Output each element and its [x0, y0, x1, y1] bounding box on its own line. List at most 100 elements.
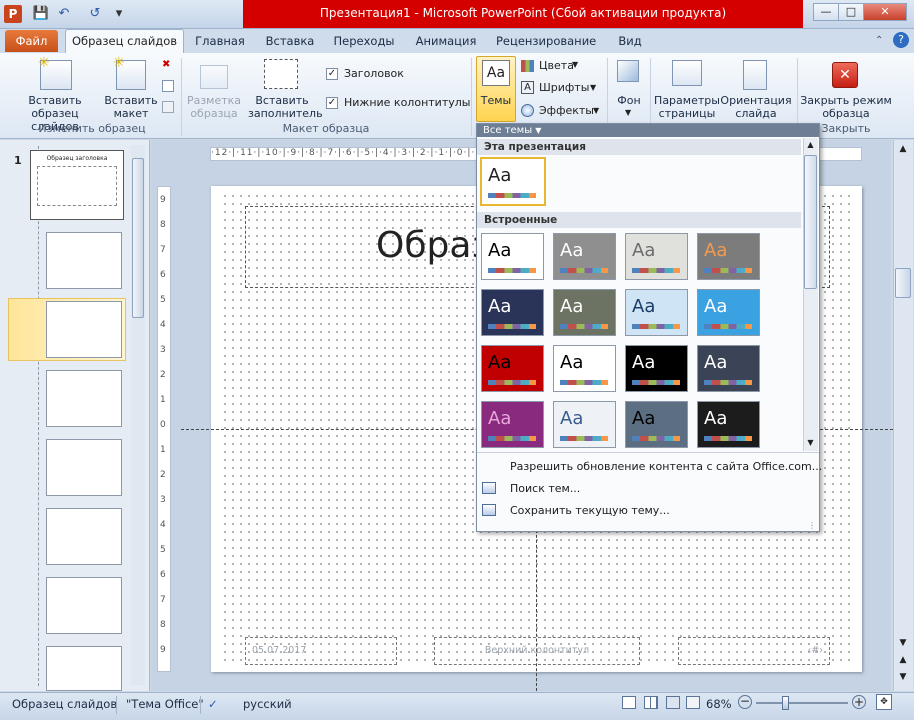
menu-enable-office-updates[interactable]: Разрешить обновление контента с сайта Of…	[510, 460, 822, 473]
colors-button[interactable]: Цвета	[539, 59, 574, 72]
theme-thumbnail[interactable]: Aa	[481, 233, 544, 280]
thumbnail-connector	[38, 146, 39, 686]
tab-file[interactable]: Файл	[5, 30, 58, 52]
minimize-ribbon-icon[interactable]: ⌃	[875, 35, 883, 46]
tab-review[interactable]: Рецензирование	[496, 31, 596, 53]
delete-icon[interactable]: ✖	[162, 59, 174, 71]
themes-scroll-thumb[interactable]	[804, 155, 817, 289]
save-icon[interactable]: 💾	[32, 5, 50, 23]
ruler-tick-label: 8	[160, 220, 166, 230]
ruler-tick-label: 7	[160, 245, 166, 255]
status-language[interactable]: русский	[243, 697, 292, 711]
redo-icon[interactable]: ↺	[86, 5, 104, 23]
slide-master-thumbnail[interactable]: Образец заголовка	[30, 150, 124, 220]
theme-thumbnail[interactable]: Aa	[553, 401, 616, 448]
slide-number-placeholder[interactable]: ‹#›	[678, 637, 830, 665]
spell-check-icon[interactable]: ✓	[208, 697, 218, 711]
maximize-button[interactable]: □	[838, 3, 864, 21]
all-themes-header[interactable]: Все темы ▼	[477, 124, 819, 137]
footers-checkbox[interactable]: ✓	[326, 97, 338, 109]
insert-placeholder-button[interactable]: Вставить заполнитель	[248, 94, 323, 120]
zoom-out-icon[interactable]: −	[738, 695, 752, 709]
scroll-up-icon[interactable]: ▲	[896, 144, 910, 154]
theme-color-swatches	[488, 193, 536, 198]
layout-thumbnail[interactable]	[46, 370, 122, 427]
undo-icon[interactable]: ↶	[55, 5, 73, 23]
minimize-button[interactable]: —	[813, 3, 839, 21]
theme-color-swatches	[560, 324, 608, 329]
menu-browse-themes[interactable]: Поиск тем...	[510, 482, 580, 495]
status-theme-name[interactable]: "Тема Office"	[126, 697, 204, 711]
slide-orientation-button[interactable]: Ориентация слайда	[720, 94, 792, 120]
layout-thumbnail[interactable]	[46, 439, 122, 496]
tab-view[interactable]: Вид	[612, 31, 648, 53]
normal-view-icon[interactable]	[622, 696, 636, 709]
fit-to-window-icon[interactable]: ✥	[876, 694, 892, 710]
theme-thumbnail[interactable]: Aa	[697, 289, 760, 336]
scroll-down-icon[interactable]: ▼	[804, 438, 817, 447]
preserve-icon[interactable]	[162, 101, 174, 113]
slide-sorter-view-icon[interactable]	[644, 696, 658, 709]
theme-sample-text: Aa	[704, 408, 728, 429]
theme-thumbnail[interactable]: Aa	[481, 289, 544, 336]
footer-placeholder[interactable]: Верхний колонтитул	[434, 637, 640, 665]
theme-current[interactable]: Aa	[480, 157, 546, 206]
powerpoint-app-icon[interactable]: P	[4, 5, 22, 23]
theme-color-swatches	[560, 268, 608, 273]
slide-scrollbar[interactable]	[893, 140, 913, 691]
zoom-slider-track[interactable]	[756, 702, 848, 704]
tab-transitions[interactable]: Переходы	[333, 31, 395, 53]
close-window-button[interactable]: ✕	[863, 3, 907, 21]
menu-save-current-theme[interactable]: Сохранить текущую тему...	[510, 504, 670, 517]
reading-view-icon[interactable]	[666, 696, 680, 709]
tab-slide-master[interactable]: Образец слайдов	[65, 29, 184, 54]
fonts-icon: A	[521, 81, 534, 94]
resize-grip-icon[interactable]: ⋮	[808, 521, 816, 530]
slideshow-view-icon[interactable]	[686, 696, 700, 709]
theme-thumbnail[interactable]: Aa	[553, 233, 616, 280]
slide-scroll-thumb[interactable]	[895, 268, 911, 298]
layout-thumbnail[interactable]	[46, 646, 122, 691]
tab-animation[interactable]: Анимация	[413, 31, 479, 53]
theme-thumbnail[interactable]: Aa	[553, 289, 616, 336]
background-button[interactable]: Фон	[612, 94, 646, 107]
theme-thumbnail[interactable]: Aa	[481, 345, 544, 392]
zoom-slider-handle[interactable]	[782, 696, 789, 710]
effects-button[interactable]: Эффекты	[539, 104, 594, 117]
fonts-button[interactable]: Шрифты	[539, 81, 589, 94]
scroll-up-icon[interactable]: ▲	[804, 140, 817, 149]
layout-thumbnail[interactable]	[46, 508, 122, 565]
theme-thumbnail[interactable]: Aa	[697, 345, 760, 392]
tab-home[interactable]: Главная	[193, 31, 247, 53]
layout-thumbnail[interactable]	[46, 577, 122, 634]
slide-number: 1	[14, 154, 22, 167]
colors-icon	[521, 60, 534, 72]
rename-icon[interactable]	[162, 80, 174, 92]
layout-thumbnail[interactable]	[46, 301, 122, 358]
tab-insert[interactable]: Вставка	[263, 31, 317, 53]
page-setup-button[interactable]: Параметры страницы	[654, 94, 720, 120]
theme-thumbnail[interactable]: Aa	[625, 289, 688, 336]
theme-thumbnail[interactable]: Aa	[697, 233, 760, 280]
theme-thumbnail[interactable]: Aa	[625, 401, 688, 448]
theme-thumbnail[interactable]: Aa	[553, 345, 616, 392]
close-master-view-button[interactable]: Закрыть режим образца	[800, 94, 892, 120]
theme-thumbnail[interactable]: Aa	[625, 233, 688, 280]
insert-layout-button[interactable]: Вставить макет	[104, 94, 158, 120]
zoom-level[interactable]: 68%	[706, 697, 732, 711]
scroll-down-icon[interactable]: ▼	[896, 638, 910, 648]
theme-thumbnail[interactable]: Aa	[625, 345, 688, 392]
theme-thumbnail[interactable]: Aa	[697, 401, 760, 448]
title-checkbox[interactable]: ✓	[326, 68, 338, 80]
customize-quick-access-icon[interactable]: ▾	[110, 5, 128, 23]
theme-color-swatches	[704, 380, 752, 385]
date-placeholder[interactable]: 05.07.2017	[245, 637, 397, 665]
zoom-in-icon[interactable]: +	[852, 695, 866, 709]
thumbnails-scroll-thumb[interactable]	[132, 158, 144, 318]
layout-thumbnail[interactable]	[46, 232, 122, 289]
help-icon[interactable]: ?	[893, 32, 909, 48]
theme-thumbnail[interactable]: Aa	[481, 401, 544, 448]
next-slide-icon[interactable]: ▼	[896, 672, 910, 682]
chevron-down-icon: ▼	[535, 126, 542, 135]
previous-slide-icon[interactable]: ▲	[896, 655, 910, 665]
